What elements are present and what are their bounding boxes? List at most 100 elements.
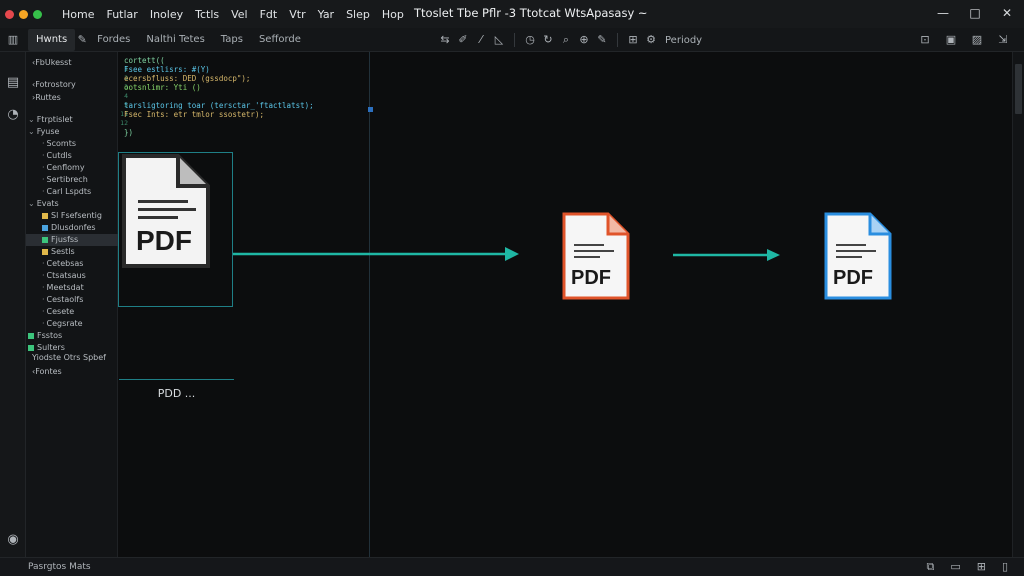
panel-icon[interactable]: ▯ [1002, 560, 1008, 574]
tree-item[interactable]: Fjusfss [26, 234, 118, 246]
tree-item[interactable]: ⌄ Fyuse [26, 126, 118, 138]
pdf-orange-label: PDF [571, 267, 611, 289]
chevron-down-icon[interactable]: ⌄ [28, 127, 35, 136]
tree-item-label: Ctsatsaus [46, 271, 86, 280]
tree-item[interactable]: Sl Fsefsentig [26, 210, 118, 222]
close-window-button[interactable] [5, 9, 14, 19]
close-icon[interactable]: ✕ [1000, 4, 1014, 22]
code-line[interactable]: ecersbfluss: DED (gssdocp"); [124, 74, 250, 83]
tree-item-label: Cegsrate [46, 319, 83, 328]
maximize-window-button[interactable] [33, 9, 42, 19]
shape-icon[interactable]: ◺ [491, 33, 507, 47]
edit-pencil-icon[interactable]: ✎ [594, 33, 610, 47]
tree-item[interactable]: · Cenflomy [26, 162, 118, 174]
tree-item[interactable]: · Cegsrate [26, 318, 118, 330]
bullet-icon: · [42, 259, 45, 268]
clock-icon[interactable]: ◷ [522, 33, 538, 47]
tree-item-label: Sestls [51, 247, 75, 256]
tree-item-label: Meetsdat [46, 283, 84, 292]
image-icon[interactable]: ▨ [970, 33, 984, 47]
menu-home[interactable]: Home [56, 8, 100, 21]
menu-tctls[interactable]: Tctls [189, 8, 225, 21]
scrollbar-thumb[interactable] [1015, 64, 1022, 114]
grid-icon[interactable]: ⊞ [977, 560, 986, 574]
tab-nalthi-tetes[interactable]: Nalthi Tetes [138, 29, 212, 51]
menu-slep[interactable]: Slep [340, 8, 376, 21]
minimize-window-button[interactable] [19, 9, 28, 19]
footer-item-2[interactable]: ‹Fontes [32, 366, 62, 378]
settings-icon[interactable]: ⚙ [643, 33, 659, 47]
section-fotrostory[interactable]: ‹Fotrostory [32, 79, 76, 91]
account-icon[interactable]: ◉ [4, 531, 22, 549]
pen-icon[interactable]: ✐ [455, 33, 471, 47]
tab-fordes[interactable]: Fordes [89, 29, 138, 51]
menu-inoley[interactable]: Inoley [144, 8, 189, 21]
files-icon[interactable]: ▤ [4, 74, 22, 92]
editor-canvas[interactable]: cortett((1 Fsee estlisrs: #(Y) 2 ecersbfl… [118, 52, 1012, 557]
explorer-sidebar: ‹FbUkesst ‹Fotrostory ›Ruttes ⌄ Ftrptisle… [26, 52, 118, 557]
pdf-caption: PDD ... [119, 379, 234, 408]
footer-item-1[interactable]: Yiodste Otrs Spbef [32, 352, 106, 364]
menu-bar: Home Futlar Inoley Tctls Vel Fdt Vtr Yar… [56, 8, 410, 21]
code-line[interactable]: }) [124, 128, 133, 137]
menu-help[interactable]: Hop [376, 8, 410, 21]
vertical-scrollbar[interactable] [1012, 52, 1024, 557]
tree-item[interactable]: ⌄ Ftrptislet [26, 114, 118, 126]
tree-item[interactable]: · Cutdls [26, 150, 118, 162]
tool-group: ⇆ ✐ ⁄ ◺ ◷ ↻ ⌕ ⊕ ✎ ⊞ ⚙ Periody [437, 28, 702, 52]
tab-sefforde[interactable]: Sefforde [251, 29, 309, 51]
sidebar-toggle-icon[interactable]: ▥ [6, 33, 20, 47]
tree-item[interactable]: · Meetsdat [26, 282, 118, 294]
tab-hwnts[interactable]: Hwnts [28, 28, 76, 51]
line-number: 12 [120, 119, 128, 127]
code-line[interactable]: Fsec Ints: etr tmlor ssostetr); [124, 110, 264, 119]
menu-vtr[interactable]: Vtr [283, 8, 311, 21]
tree-item[interactable]: · Scomts [26, 138, 118, 150]
section-ruttes[interactable]: ›Ruttes [32, 92, 61, 104]
tree-item[interactable]: Sestls [26, 246, 118, 258]
search-icon[interactable]: ⌕ [558, 33, 574, 47]
right-tool-group: ⊡ ▣ ▨ ⇲ [918, 33, 1010, 47]
lock-icon[interactable]: ⊡ [918, 33, 932, 47]
export-icon[interactable]: ⇲ [996, 33, 1010, 47]
minimize-icon[interactable]: — [936, 4, 950, 22]
tree-item[interactable]: · Carl Lspdts [26, 186, 118, 198]
code-line[interactable]: tarsligtoring toar (tersctar_'ftactlatst… [124, 101, 314, 110]
edit-icon[interactable]: ✎ [75, 33, 89, 47]
split-divider[interactable] [369, 52, 370, 557]
bullet-icon: · [42, 271, 45, 280]
tree-item[interactable]: · Cesete [26, 306, 118, 318]
move-icon[interactable]: ⇆ [437, 33, 453, 47]
pdf-label-text: PDF [136, 225, 192, 256]
chevron-down-icon[interactable]: ⌄ [28, 115, 35, 124]
tree-item[interactable]: ⌄ Evats [26, 198, 118, 210]
text-cursor-marker [368, 107, 373, 112]
maximize-icon[interactable]: □ [968, 4, 982, 22]
menu-futlar[interactable]: Futlar [100, 8, 143, 21]
menu-vel[interactable]: Vel [225, 8, 254, 21]
code-line[interactable]: ootsnlimr: Yti () [124, 83, 201, 92]
save-icon[interactable]: ▣ [944, 33, 958, 47]
chevron-down-icon[interactable]: ⌄ [28, 199, 35, 208]
history-icon[interactable]: ◔ [4, 106, 22, 124]
line-icon[interactable]: ⁄ [473, 33, 489, 47]
grid-icon[interactable]: ⊞ [625, 33, 641, 47]
code-line[interactable]: Fsee estlisrs: #(Y) [124, 65, 210, 74]
code-line[interactable]: cortett(( [124, 56, 165, 65]
tree-item[interactable]: Fsstos [26, 330, 118, 342]
tree-item[interactable]: · Cetebsas [26, 258, 118, 270]
tree-item[interactable]: · Ctsatsaus [26, 270, 118, 282]
zoom-icon[interactable]: ⊕ [576, 33, 592, 47]
copy-icon[interactable]: ⧉ [926, 560, 934, 574]
chat-icon[interactable]: ▭ [950, 560, 960, 574]
periody-label[interactable]: Periody [665, 35, 702, 46]
tab-taps[interactable]: Taps [213, 29, 251, 51]
tree-item-label: Cenflomy [46, 163, 85, 172]
tree-item[interactable]: · Sertibrech [26, 174, 118, 186]
refresh-icon[interactable]: ↻ [540, 33, 556, 47]
menu-yar[interactable]: Yar [312, 8, 340, 21]
tree-item-label: Ftrptislet [36, 115, 73, 124]
menu-fdt[interactable]: Fdt [254, 8, 284, 21]
tree-item[interactable]: · Cestaolfs [26, 294, 118, 306]
tree-item[interactable]: Dlusdonfes [26, 222, 118, 234]
